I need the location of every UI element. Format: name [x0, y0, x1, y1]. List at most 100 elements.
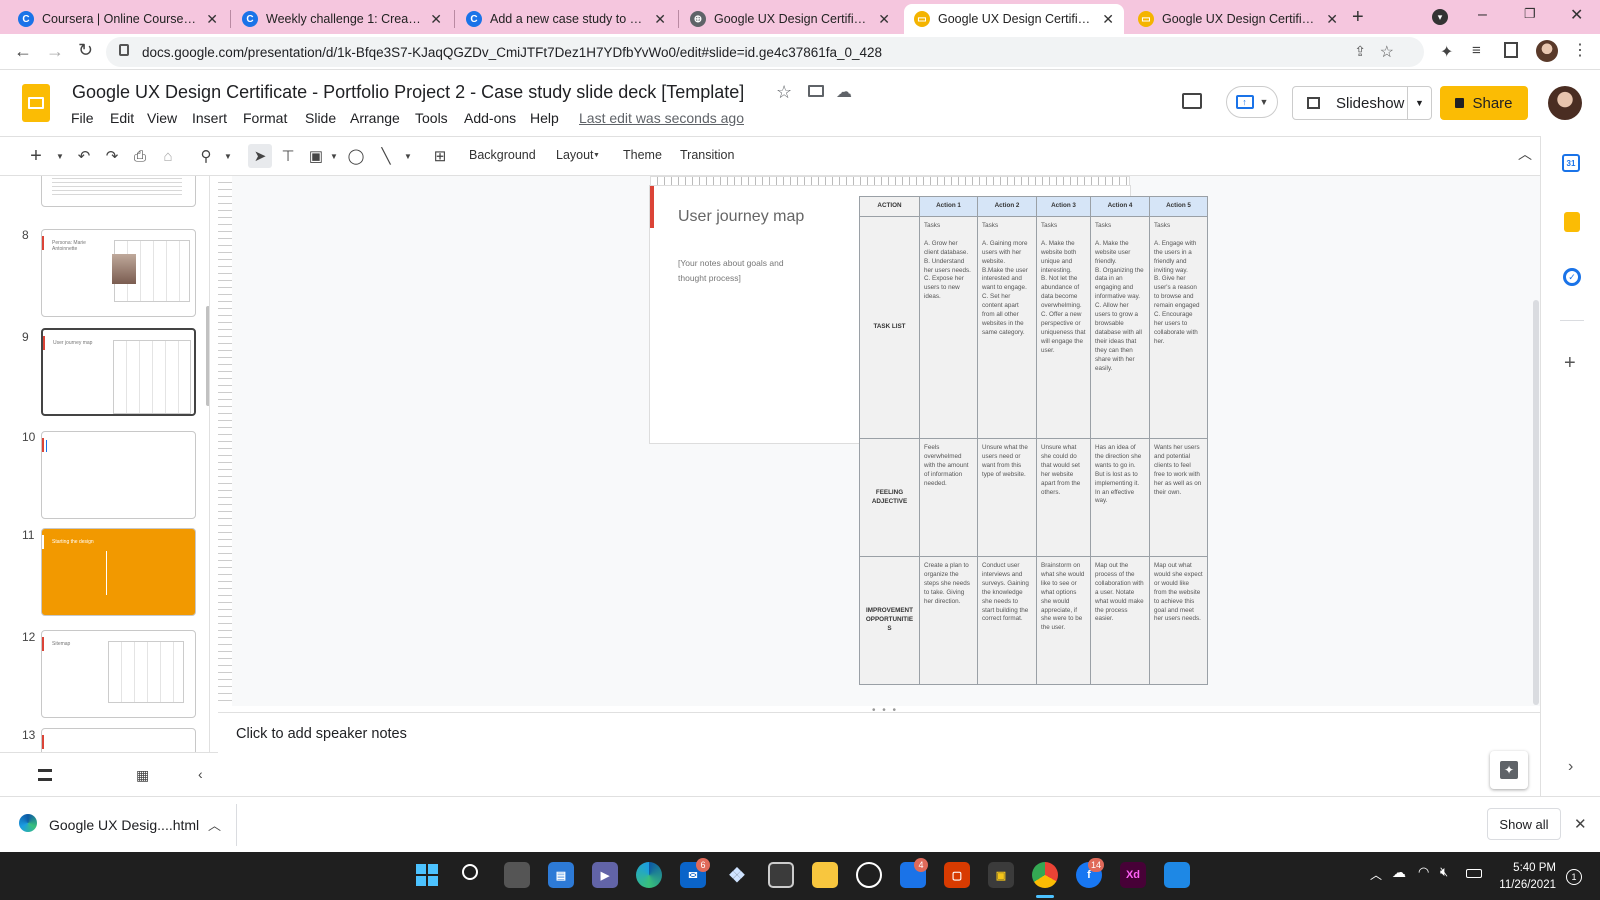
- side-panel-icon[interactable]: [1504, 42, 1518, 58]
- reload-icon[interactable]: ↻: [78, 40, 93, 61]
- document-title[interactable]: Google UX Design Certificate - Portfolio…: [72, 82, 744, 103]
- user-journey-table[interactable]: ACTION Action 1 Action 2 Action 3 Action 4 Ac…: [859, 196, 1208, 685]
- present-to-meeting-button[interactable]: ↑ ▼: [1226, 86, 1278, 118]
- browser-tab[interactable]: ▭ Google UX Design Certificate ✕: [1128, 4, 1348, 34]
- clock-time[interactable]: 5:40 PM: [1502, 862, 1556, 874]
- back-arrow-icon[interactable]: ←: [14, 41, 32, 62]
- undo-icon[interactable]: ↶: [72, 144, 96, 168]
- slide-thumbnail[interactable]: [41, 431, 196, 519]
- comments-icon[interactable]: [1182, 93, 1202, 109]
- filmstrip-scrollbar[interactable]: [206, 306, 209, 406]
- slideshow-button[interactable]: Slideshow ▼: [1292, 86, 1432, 120]
- collapse-filmstrip-icon[interactable]: ‹: [198, 766, 203, 782]
- menu-item-format[interactable]: Format: [243, 110, 287, 126]
- browser-tab[interactable]: C Coursera | Online Courses & C ✕: [8, 4, 228, 34]
- table-cell[interactable]: Unsure what the users need or want from …: [977, 438, 1037, 557]
- bookmark-star-icon[interactable]: ☆: [1380, 42, 1394, 62]
- text-box-icon[interactable]: ⊤: [276, 144, 300, 168]
- explore-button[interactable]: ✦: [1490, 751, 1528, 789]
- slide-title[interactable]: User journey map: [678, 208, 804, 226]
- expand-side-panel-icon[interactable]: ›: [1568, 758, 1573, 776]
- close-tab-icon[interactable]: ✕: [654, 11, 666, 28]
- select-cursor-icon[interactable]: ➤: [248, 144, 272, 168]
- table-cell[interactable]: Tasks A. Grow her client database. B. Un…: [919, 216, 978, 439]
- line-icon[interactable]: ╲: [374, 144, 398, 168]
- slide-thumbnail[interactable]: Starting the design: [41, 528, 196, 616]
- list-view-icon[interactable]: [38, 769, 52, 781]
- slides-logo-icon[interactable]: [22, 84, 50, 122]
- chrome-menu-icon[interactable]: ⋮: [1572, 40, 1588, 60]
- star-icon[interactable]: ☆: [776, 82, 792, 103]
- tasks-icon[interactable]: ✓: [1563, 268, 1581, 286]
- menu-item-edit[interactable]: Edit: [110, 110, 134, 126]
- battery-icon[interactable]: [1466, 869, 1482, 878]
- download-chevron-icon[interactable]: ︿: [208, 815, 221, 834]
- close-tab-icon[interactable]: ✕: [1326, 11, 1338, 28]
- keep-icon[interactable]: [1564, 212, 1580, 232]
- edge-icon[interactable]: [636, 862, 662, 888]
- table-cell[interactable]: Feels overwhelmed with the amount of inf…: [919, 438, 978, 557]
- speaker-notes-placeholder[interactable]: Click to add speaker notes: [236, 726, 407, 742]
- table-cell[interactable]: Has an idea of the direction she wants t…: [1090, 438, 1150, 557]
- address-bar[interactable]: docs.google.com/presentation/d/1k-Bfqe3S…: [106, 37, 1424, 67]
- slideshow-options-chevron-icon[interactable]: ▼: [1407, 87, 1431, 119]
- office-icon[interactable]: ▢: [944, 862, 970, 888]
- new-tab-button[interactable]: +: [1352, 6, 1364, 29]
- close-tab-icon[interactable]: ✕: [206, 11, 218, 28]
- browser-tab[interactable]: C Add a new case study to your ✕: [456, 4, 676, 34]
- menu-item-file[interactable]: File: [71, 110, 94, 126]
- zoom-icon[interactable]: ⚲: [194, 144, 218, 168]
- minimize-button[interactable]: –: [1478, 6, 1487, 24]
- slide-notes-text[interactable]: [Your notes about goals and thought proc…: [678, 256, 798, 286]
- slide-thumbnail[interactable]: User journey map: [41, 328, 196, 416]
- table-cell[interactable]: Brainstorm on what she would like to see…: [1036, 556, 1091, 685]
- menu-item-view[interactable]: View: [147, 110, 177, 126]
- table-cell[interactable]: Unsure what she could do that would set …: [1036, 438, 1091, 557]
- speaker-notes-panel[interactable]: Click to add speaker notes ✦: [218, 712, 1540, 794]
- calendar-icon[interactable]: 31: [1562, 154, 1580, 172]
- table-cell[interactable]: Wants her users and potential clients to…: [1149, 438, 1208, 557]
- last-edit-link[interactable]: Last edit was seconds ago: [579, 110, 744, 126]
- task-view-icon[interactable]: [504, 862, 530, 888]
- close-window-button[interactable]: ✕: [1570, 5, 1583, 25]
- volume-muted-icon[interactable]: 🔇︎: [1440, 864, 1448, 880]
- close-tab-icon[interactable]: ✕: [430, 11, 442, 28]
- wifi-icon[interactable]: ◠: [1418, 864, 1429, 880]
- notification-count-badge[interactable]: 1: [1566, 869, 1582, 885]
- adobe-xd-icon[interactable]: Xd: [1120, 862, 1146, 888]
- add-comment-icon[interactable]: ⊞: [428, 144, 452, 168]
- image-chevron-icon[interactable]: ▼: [322, 144, 346, 168]
- slide-thumbnail-7-partial[interactable]: [41, 176, 196, 207]
- dropbox-icon[interactable]: ❖: [724, 862, 750, 888]
- collapse-toolbar-chevron-icon[interactable]: ︿: [1518, 144, 1532, 164]
- table-cell[interactable]: Tasks A. Make the website both unique an…: [1036, 216, 1091, 439]
- photos-icon[interactable]: [1164, 862, 1190, 888]
- download-filename[interactable]: Google UX Desig....html: [49, 817, 199, 833]
- account-avatar[interactable]: [1548, 86, 1582, 120]
- forward-arrow-icon[interactable]: →: [46, 41, 64, 62]
- new-slide-plus-icon[interactable]: +: [24, 144, 48, 168]
- menu-item-insert[interactable]: Insert: [192, 110, 227, 126]
- windows-start-icon[interactable]: [416, 864, 438, 886]
- clock-date[interactable]: 11/26/2021: [1496, 879, 1556, 891]
- background-button[interactable]: Background: [469, 148, 536, 162]
- grid-view-icon[interactable]: ▦: [136, 767, 149, 784]
- reading-list-icon[interactable]: ≡: [1472, 42, 1481, 59]
- table-cell[interactable]: Tasks A. Engage with the users in a frie…: [1149, 216, 1208, 439]
- slide-thumbnail[interactable]: Persona: Marie Antoinnette: [41, 229, 196, 317]
- share-page-icon[interactable]: ⇪: [1354, 43, 1366, 60]
- app-circle-icon[interactable]: [856, 862, 882, 888]
- new-slide-chevron-icon[interactable]: ▼: [48, 144, 72, 168]
- transition-button[interactable]: Transition: [680, 148, 734, 162]
- profile-avatar[interactable]: [1536, 40, 1558, 62]
- menu-item-help[interactable]: Help: [530, 110, 559, 126]
- tab-search-icon[interactable]: ▾: [1432, 9, 1448, 25]
- show-hidden-icons-chevron[interactable]: ︿: [1370, 866, 1382, 883]
- store-icon[interactable]: [768, 862, 794, 888]
- close-tab-icon[interactable]: ✕: [1102, 11, 1114, 28]
- browser-tab[interactable]: ▭ Google UX Design Certificate ✕: [904, 4, 1124, 34]
- menu-item-addons[interactable]: Add-ons: [464, 110, 516, 126]
- line-chevron-icon[interactable]: ▼: [396, 144, 420, 168]
- shape-icon[interactable]: ◯: [344, 144, 368, 168]
- menu-item-arrange[interactable]: Arrange: [350, 110, 400, 126]
